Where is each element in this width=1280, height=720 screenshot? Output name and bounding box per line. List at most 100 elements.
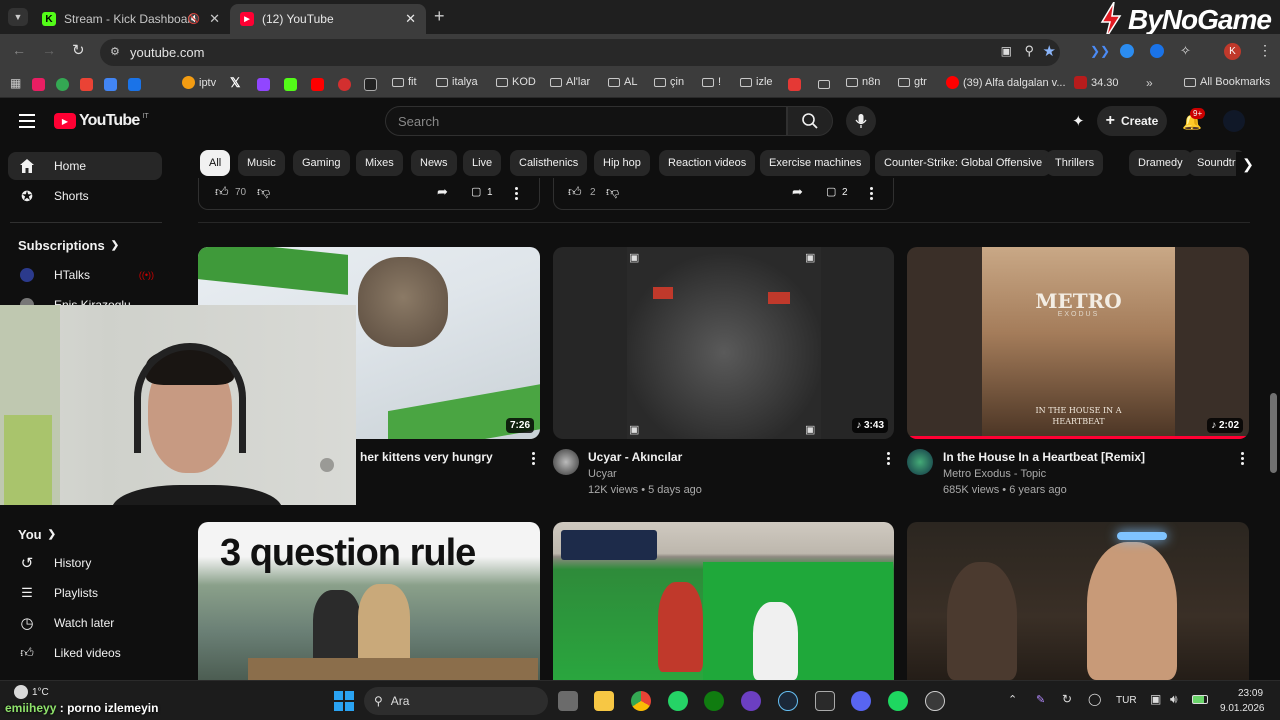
more-options-icon[interactable] (1241, 452, 1245, 465)
microphone-icon[interactable]: ◯ (1088, 692, 1101, 706)
channel-avatar[interactable] (907, 449, 933, 475)
search-input[interactable]: Search (385, 106, 787, 136)
discord-icon[interactable] (851, 691, 871, 711)
chip-gaming[interactable]: Gaming (293, 150, 350, 176)
steam-icon[interactable] (778, 691, 798, 711)
bookmark-red-icon[interactable] (338, 78, 351, 91)
app-icon[interactable] (925, 691, 945, 711)
bookmark-alfa[interactable]: (39) Alfa dalgalan v... (946, 76, 1066, 89)
bookmark-folder-gtr[interactable]: gtr (898, 76, 927, 88)
page-scrollbar[interactable] (1268, 98, 1280, 680)
sidebar-item-home[interactable]: Home (8, 152, 162, 180)
video-title[interactable]: Ucyar - Akıncılar (588, 450, 682, 464)
channel-name[interactable]: Ucyar (588, 468, 617, 480)
bookmark-3430[interactable]: 34.30 (1074, 76, 1119, 89)
chip-hip-hop[interactable]: Hip hop (594, 150, 650, 176)
apps-grid-icon[interactable]: ▦ (10, 76, 21, 90)
comment-icon[interactable]: ▢ (471, 185, 481, 198)
bookmark-icon[interactable] (32, 78, 45, 91)
you-heading[interactable]: You ❯ (18, 527, 56, 542)
video-thumbnail[interactable]: ▣ ▣ ▣ ▣ ♪ 3:43 (553, 247, 894, 439)
subscriptions-heading[interactable]: Subscriptions ❯ (18, 238, 119, 253)
chips-next-button[interactable]: ❯ (1236, 152, 1260, 176)
chip-live[interactable]: Live (463, 150, 502, 176)
more-options-icon[interactable] (515, 187, 519, 200)
account-avatar[interactable] (1223, 110, 1245, 132)
twitch-icon[interactable] (257, 78, 270, 91)
chip-counter-strike[interactable]: Counter-Strike: Global Offensive (875, 150, 1052, 176)
chip-all[interactable]: All (200, 150, 231, 176)
clock-date[interactable]: 9.01.2026 (1220, 703, 1265, 714)
video-thumbnail[interactable] (553, 522, 894, 680)
bookmark-folder-excl[interactable]: ! (702, 76, 721, 88)
zoom-icon[interactable]: ⚲ (1024, 43, 1034, 59)
task-view-icon[interactable] (558, 691, 578, 711)
epic-games-icon[interactable] (815, 691, 835, 711)
install-app-icon[interactable]: ▣ (1001, 44, 1012, 58)
folder-icon[interactable] (818, 80, 830, 89)
create-button[interactable]: + Create (1097, 106, 1167, 136)
dislike-icon[interactable]: 👎︎ (606, 184, 619, 200)
chrome-icon[interactable] (631, 691, 651, 711)
maps-icon[interactable] (56, 78, 69, 91)
youtube-logo[interactable]: ▶ YouTube IT (54, 112, 149, 130)
search-button[interactable] (787, 106, 833, 136)
sidebar-item-shorts[interactable]: ✪ Shorts (8, 182, 162, 210)
bookmark-folder-allar[interactable]: Al'lar (550, 76, 590, 88)
more-options-icon[interactable] (887, 452, 891, 465)
more-bookmarks-icon[interactable]: » (1146, 76, 1153, 90)
bookmark-star-icon[interactable]: ★ (1043, 42, 1056, 60)
chip-thrillers[interactable]: Thrillers (1046, 150, 1104, 176)
start-button[interactable] (334, 691, 354, 711)
video-thumbnail[interactable]: 3 question rule (198, 522, 540, 680)
chip-music[interactable]: Music (238, 150, 285, 176)
channel-avatar[interactable] (553, 449, 579, 475)
browser-menu-icon[interactable]: ⋮ (1258, 42, 1272, 59)
new-tab-button[interactable]: + (434, 6, 445, 27)
sync-icon[interactable]: ↻ (1062, 692, 1072, 706)
menu-icon[interactable] (19, 114, 35, 128)
spotify-icon[interactable] (888, 691, 908, 711)
taskbar-search[interactable]: ⚲ Ara (364, 687, 548, 715)
xbox-icon[interactable] (704, 691, 724, 711)
x-icon[interactable]: 𝕏 (230, 75, 240, 91)
bookmark-folder-n8n[interactable]: n8n (846, 76, 880, 88)
reload-icon[interactable]: ↻ (72, 41, 85, 59)
extensions-puzzle-icon[interactable]: ✧ (1180, 43, 1191, 59)
bookmark-folder-izle[interactable]: izle (740, 76, 773, 88)
network-icon[interactable]: ▣ (1150, 692, 1161, 706)
extension-shazam-icon[interactable] (1120, 44, 1134, 58)
kick-bookmark-icon[interactable] (284, 78, 297, 91)
tab-youtube[interactable]: ▶ (12) YouTube ✕ (230, 4, 426, 34)
share-icon[interactable]: ➦ (437, 184, 448, 200)
more-options-icon[interactable] (870, 187, 874, 200)
sidebar-item-history[interactable]: ↺ History (8, 549, 162, 577)
sidebar-sub-htalks[interactable]: HTalks ((•)) (8, 261, 162, 289)
notifications-button[interactable]: 🔔 9+ (1182, 108, 1206, 132)
channel-name[interactable]: Metro Exodus - Topic (943, 468, 1046, 480)
mute-icon[interactable]: 🔇 (188, 14, 200, 25)
video-thumbnail[interactable] (907, 522, 1249, 680)
close-tab-icon[interactable]: ✕ (405, 11, 416, 27)
tab-search-button[interactable]: ▼ (8, 8, 28, 26)
clock-time[interactable]: 23:09 (1238, 688, 1263, 699)
volume-icon[interactable]: 🔊︎ (1170, 692, 1178, 707)
translate-icon[interactable] (104, 78, 117, 91)
back-icon[interactable]: ← (12, 42, 26, 58)
bookmark-folder-al[interactable]: AL (608, 76, 637, 88)
close-tab-icon[interactable]: ✕ (209, 11, 220, 27)
ai-sparkle-icon[interactable]: ✦ (1072, 112, 1085, 130)
comment-icon[interactable]: ▢ (826, 185, 836, 198)
bookmark-iptv[interactable]: iptv (182, 76, 216, 89)
file-explorer-icon[interactable] (594, 691, 614, 711)
pen-icon[interactable]: ✎ (1036, 693, 1045, 706)
site-info-icon[interactable]: ⚙ (110, 45, 120, 58)
bookmark-tv-icon[interactable] (364, 78, 377, 91)
address-bar[interactable]: ⚙ youtube.com ▣ ⚲ ★ (100, 39, 1060, 66)
chip-dramedy[interactable]: Dramedy (1129, 150, 1192, 176)
extension-translate-icon[interactable]: ❯❯ (1090, 44, 1110, 58)
docs-icon[interactable] (128, 78, 141, 91)
tab-kick-dashboard[interactable]: K Stream - Kick Dashboard 🔇 ✕ (32, 4, 228, 34)
chevron-up-icon[interactable]: ⌃ (1008, 693, 1017, 706)
youtube-bookmark-icon[interactable] (311, 78, 324, 91)
